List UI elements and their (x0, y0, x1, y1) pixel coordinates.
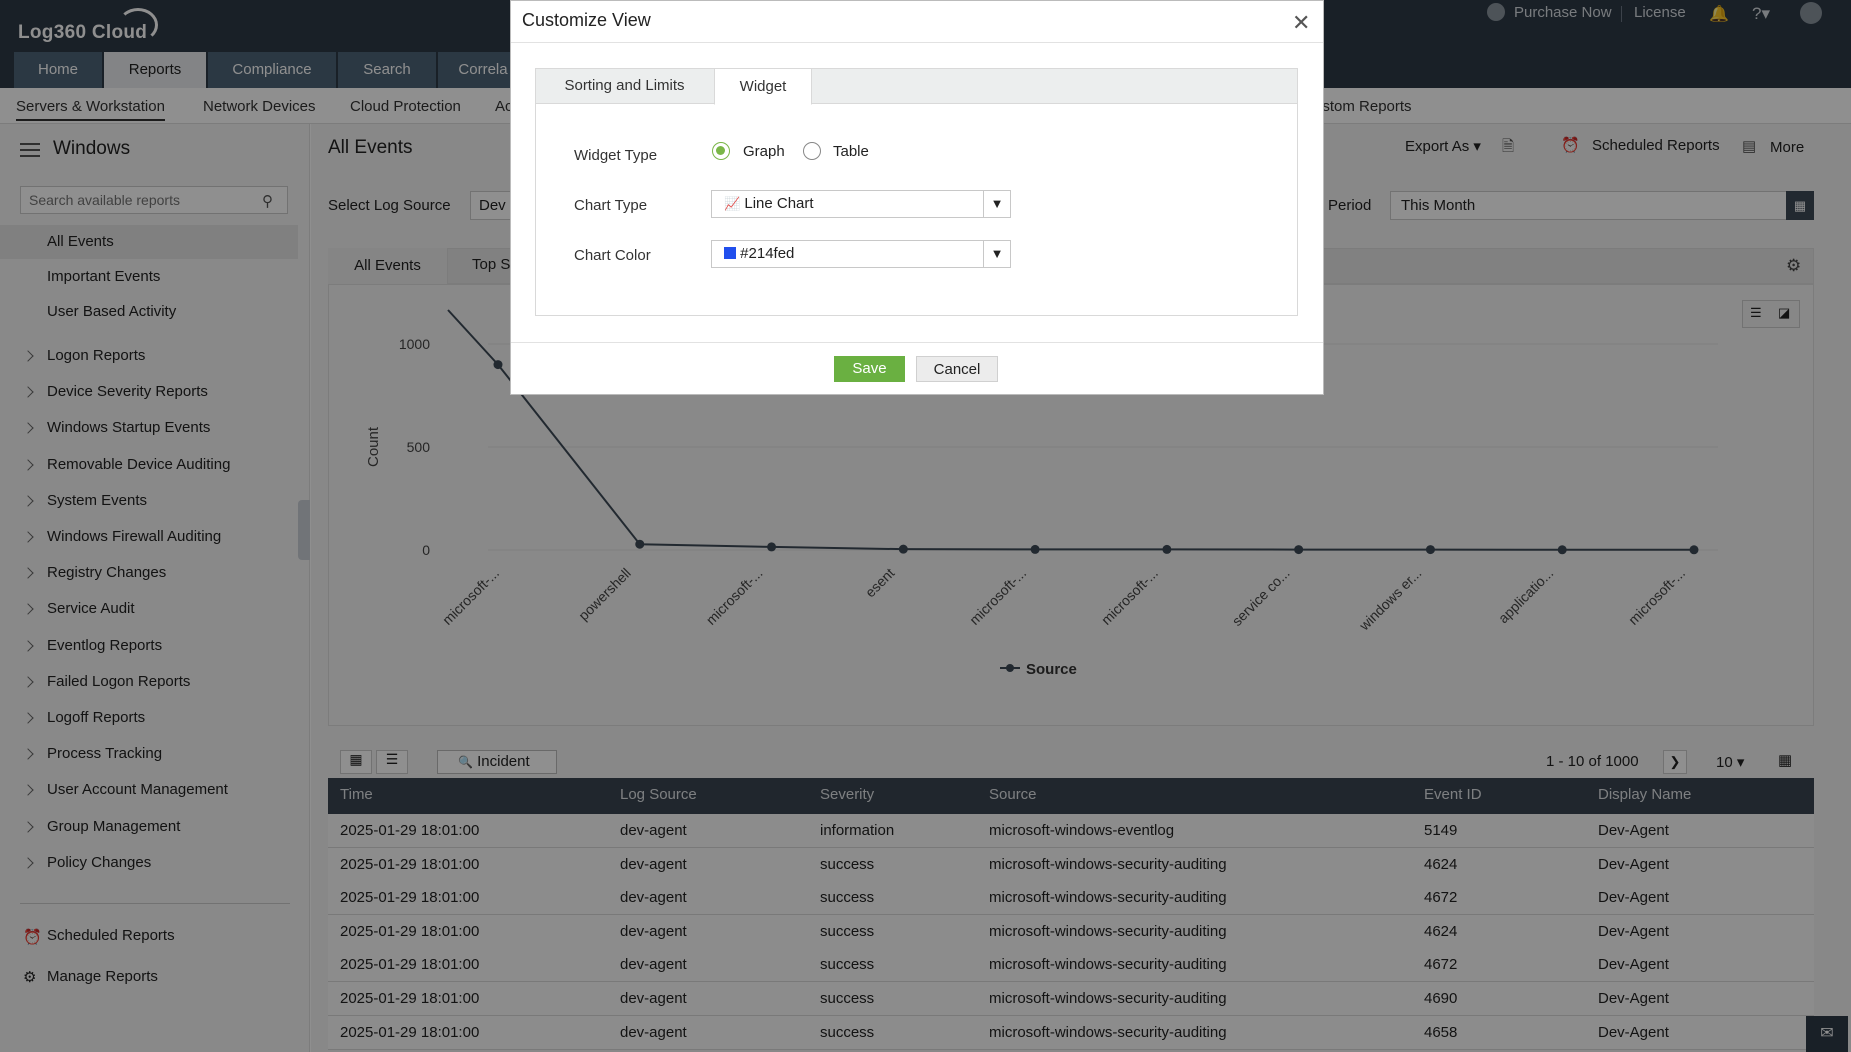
chart-color-value: #214fed (740, 245, 795, 262)
graph-radio[interactable] (712, 142, 730, 160)
chart-color-select[interactable]: #214fed ▼ (711, 240, 1011, 268)
chart-type-label: Chart Type (574, 197, 648, 214)
line-chart-icon: 📈 (724, 196, 741, 211)
chart-type-value: Line Chart (744, 195, 814, 212)
cancel-button[interactable]: Cancel (916, 356, 998, 382)
tab-widget[interactable]: Widget (714, 68, 812, 105)
widget-type-label: Widget Type (574, 147, 658, 164)
dialog-footer-divider (511, 342, 1323, 343)
chevron-down-icon: ▼ (983, 241, 1010, 267)
close-icon[interactable]: ✕ (1292, 10, 1310, 36)
chevron-down-icon: ▼ (983, 191, 1010, 217)
chart-color-label: Chart Color (574, 247, 651, 264)
color-swatch-icon (724, 247, 736, 259)
dialog-title: Customize View (522, 10, 651, 30)
chart-type-select[interactable]: 📈 Line Chart ▼ (711, 190, 1011, 218)
table-option-label[interactable]: Table (833, 143, 869, 160)
table-radio[interactable] (803, 142, 821, 160)
graph-option-label[interactable]: Graph (743, 143, 785, 160)
save-button[interactable]: Save (834, 356, 905, 382)
dialog-divider (511, 42, 1323, 43)
tab-sorting-and-limits[interactable]: Sorting and Limits (535, 68, 714, 105)
